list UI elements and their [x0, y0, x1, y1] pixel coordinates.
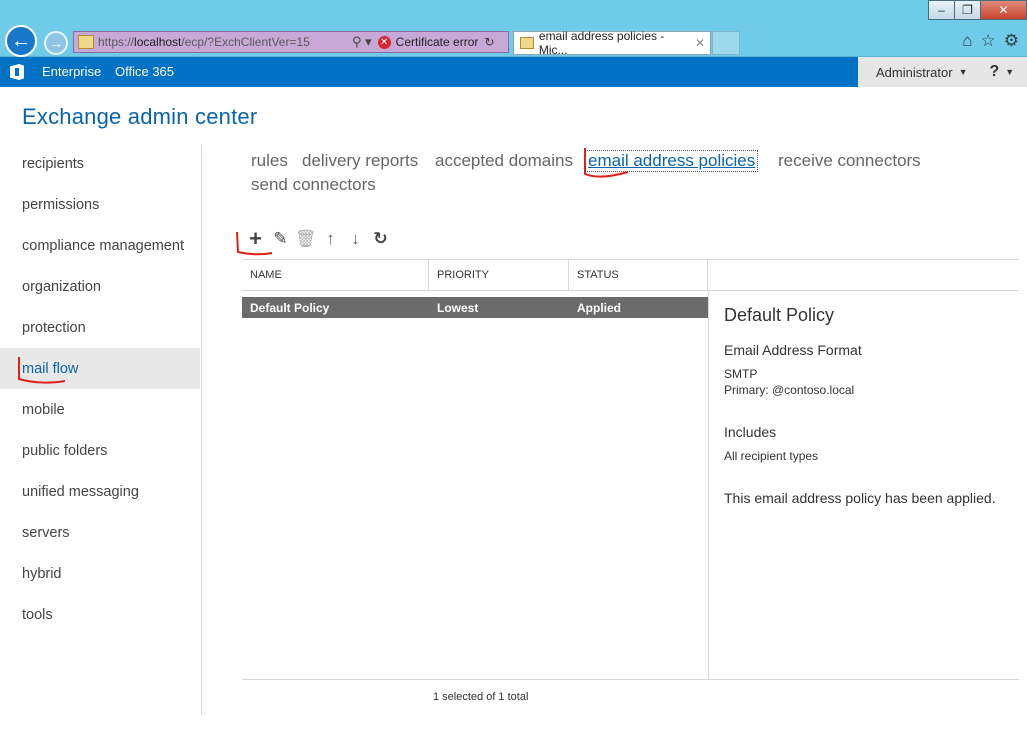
annotation-tab-mark	[584, 148, 629, 178]
annotation-add-mark	[236, 231, 273, 256]
annotation-marks	[18, 148, 629, 384]
annotation-mail-flow-mark	[18, 357, 66, 384]
